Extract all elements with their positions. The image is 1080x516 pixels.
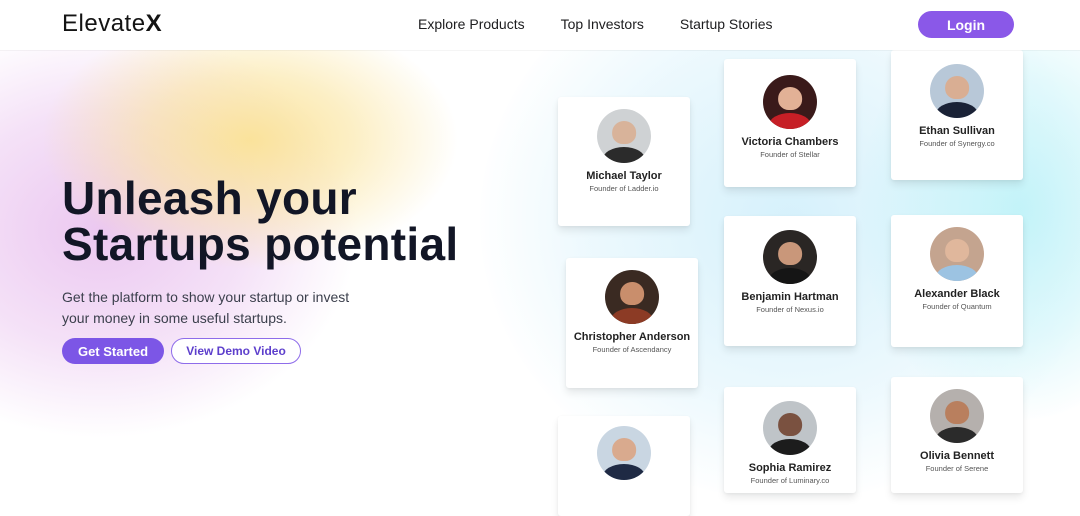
profile-card[interactable]: Benjamin Hartman Founder of Nexus.io <box>724 216 856 346</box>
view-demo-video-button[interactable]: View Demo Video <box>171 338 301 364</box>
profile-role: Founder of Ascendancy <box>592 345 672 354</box>
profile-name: Olivia Bennett <box>920 450 994 462</box>
profile-role: Founder of Serene <box>925 464 989 473</box>
profile-name: Alexander Black <box>914 288 1000 300</box>
avatar <box>605 270 659 324</box>
profile-name: Christopher Anderson <box>573 331 691 343</box>
nav-top-investors[interactable]: Top Investors <box>561 16 644 32</box>
avatar <box>597 426 651 480</box>
profile-card[interactable]: Michael Taylor Founder of Ladder.io <box>558 97 690 226</box>
avatar <box>763 401 817 455</box>
profile-role: Founder of Stellar <box>760 150 820 159</box>
avatar <box>597 109 651 163</box>
brand-logo[interactable]: ElevateX <box>62 10 162 38</box>
profile-name: Benjamin Hartman <box>741 291 839 303</box>
hero-subtitle-line-2: your money in some useful startups. <box>62 310 287 326</box>
get-started-button[interactable]: Get Started <box>62 338 164 364</box>
profile-card[interactable]: Christopher Anderson Founder of Ascendan… <box>566 258 698 388</box>
profile-card[interactable] <box>558 416 690 516</box>
profile-name: Ethan Sullivan <box>919 125 995 137</box>
profile-card[interactable]: Alexander Black Founder of Quantum <box>891 215 1023 347</box>
logo-x: X <box>145 10 163 37</box>
profile-card[interactable]: Victoria Chambers Founder of Stellar <box>724 59 856 187</box>
hero-section: Unleash your Startups potential Get the … <box>62 175 532 364</box>
nav-explore-products[interactable]: Explore Products <box>418 16 525 32</box>
login-button[interactable]: Login <box>918 11 1014 38</box>
hero-title: Unleash your Startups potential <box>62 175 532 267</box>
main-nav: Explore Products Top Investors Startup S… <box>418 16 772 32</box>
hero-title-line-1: Unleash your <box>62 172 358 224</box>
top-navbar: ElevateX Explore Products Top Investors … <box>0 0 1080 50</box>
profile-role: Founder of Quantum <box>922 302 992 311</box>
profile-name: Michael Taylor <box>586 170 662 182</box>
profile-name: Sophia Ramirez <box>748 462 832 474</box>
hero-subtitle-line-1: Get the platform to show your startup or… <box>62 289 350 305</box>
avatar <box>930 227 984 281</box>
profile-name: Victoria Chambers <box>741 136 839 148</box>
avatar <box>930 389 984 443</box>
profile-role: Founder of Nexus.io <box>756 305 824 314</box>
logo-text: Elevate <box>62 10 146 37</box>
hero-actions: Get Started View Demo Video <box>62 338 301 364</box>
profile-card[interactable]: Olivia Bennett Founder of Serene <box>891 377 1023 493</box>
profile-role: Founder of Synergy.co <box>919 139 995 148</box>
profile-card[interactable]: Ethan Sullivan Founder of Synergy.co <box>891 50 1023 180</box>
avatar <box>763 75 817 129</box>
profile-role: Founder of Luminary.co <box>750 476 830 485</box>
avatar <box>930 64 984 118</box>
hero-title-line-2: Startups potential <box>62 218 459 270</box>
nav-startup-stories[interactable]: Startup Stories <box>680 16 773 32</box>
profile-role: Founder of Ladder.io <box>589 184 659 193</box>
avatar <box>763 230 817 284</box>
hero-subtitle: Get the platform to show your startup or… <box>62 287 392 329</box>
profile-card[interactable]: Sophia Ramirez Founder of Luminary.co <box>724 387 856 493</box>
